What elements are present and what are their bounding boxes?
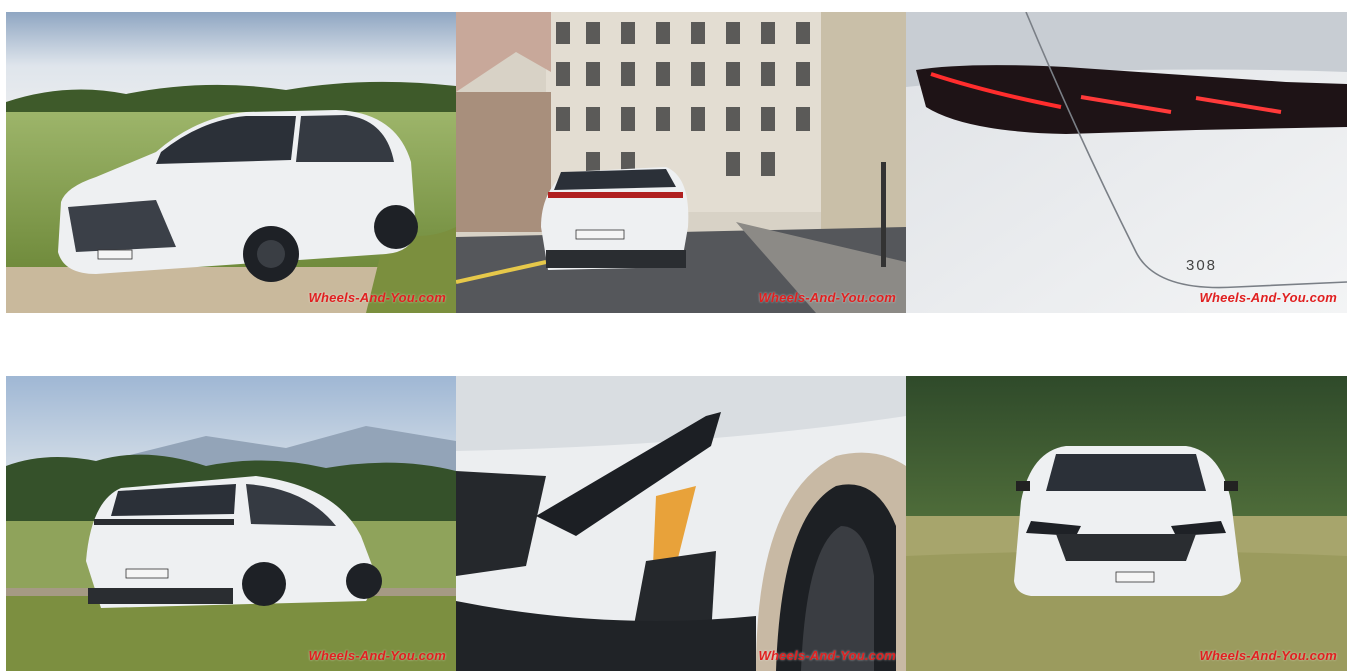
watermark: Wheels-And-You.com (308, 648, 446, 663)
taillight-badge-image: 308 (906, 12, 1347, 313)
watermark: Wheels-And-You.com (758, 290, 896, 305)
car-front-field-image (6, 12, 456, 313)
photo-headlight-detail[interactable]: Wheels-And-You.com (456, 376, 906, 671)
car-rear-field-image (6, 376, 456, 671)
car-front-view-image (906, 376, 1347, 671)
watermark: Wheels-And-You.com (1199, 648, 1337, 663)
photo-rear-three-quarter-field[interactable]: Wheels-And-You.com (6, 376, 456, 671)
headlight-detail-image (456, 376, 906, 671)
photo-taillight-detail[interactable]: 308 Wheels-And-You.com (906, 12, 1347, 313)
photo-gallery: Wheels-And-You.com Wheels-And-You.com 30… (0, 0, 1347, 671)
car-rear-street-image (456, 12, 906, 313)
model-badge: 308 (1186, 257, 1217, 274)
photo-rear-city-street[interactable]: Wheels-And-You.com (456, 12, 906, 313)
watermark: Wheels-And-You.com (308, 290, 446, 305)
photo-front-field[interactable]: Wheels-And-You.com (906, 376, 1347, 671)
photo-front-three-quarter-field[interactable]: Wheels-And-You.com (6, 12, 456, 313)
watermark: Wheels-And-You.com (758, 648, 896, 663)
watermark: Wheels-And-You.com (1199, 290, 1337, 305)
